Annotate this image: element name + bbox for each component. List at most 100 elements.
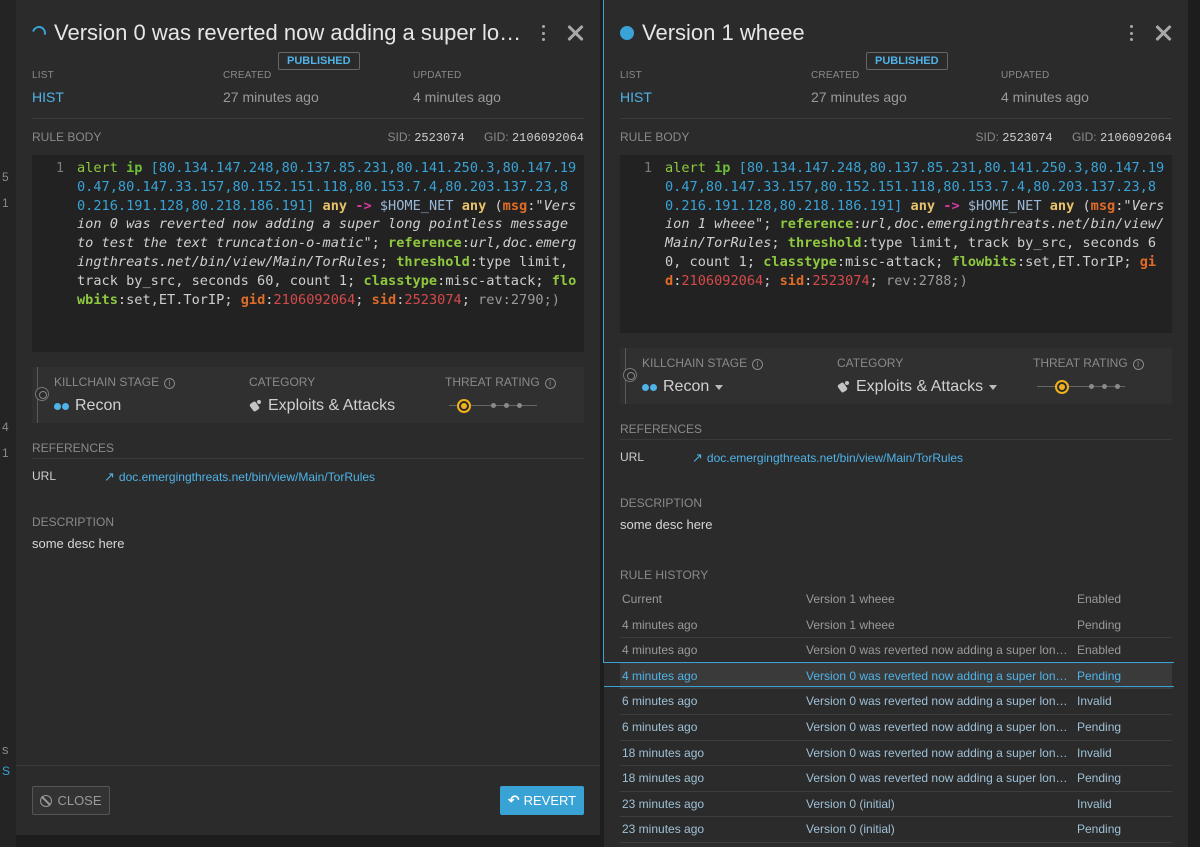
history-time: 6 minutes ago bbox=[622, 694, 698, 709]
history-row[interactable]: 4 minutes ago Version 1 wheee Pending bbox=[620, 613, 1172, 639]
footer-divider bbox=[16, 765, 600, 766]
history-row[interactable]: 6 minutes ago Version 0 was reverted now… bbox=[620, 689, 1172, 715]
meta-updated-value: 4 minutes ago bbox=[413, 89, 501, 105]
history-time: 18 minutes ago bbox=[622, 745, 705, 760]
history-version: Version 0 was reverted now adding a supe… bbox=[806, 745, 1068, 760]
reference-row: URL ↗ doc.emergingthreats.net/bin/view/Ma… bbox=[32, 469, 584, 485]
loading-spinner-icon bbox=[29, 23, 49, 43]
rule-ids: SID: 2523074 GID: 2106092064 bbox=[388, 130, 584, 145]
revert-button[interactable]: ↶ REVERT bbox=[500, 786, 584, 815]
meta-updated-label: UPDATED bbox=[413, 70, 462, 81]
meta-updated-value: 4 minutes ago bbox=[1001, 89, 1089, 105]
more-options-icon[interactable] bbox=[536, 23, 550, 43]
killchain-bar: KILLCHAIN STAGE i Recon CATEGORY Exploits… bbox=[620, 348, 1172, 404]
threat-level-active[interactable] bbox=[1055, 380, 1069, 394]
rule-code-editor[interactable]: 1 alert ip [80.134.147.248,80.137.85.231… bbox=[620, 155, 1172, 333]
info-icon[interactable]: i bbox=[752, 359, 764, 370]
category-label: CATEGORY bbox=[249, 375, 316, 389]
binoculars-icon bbox=[642, 383, 658, 392]
references-label: REFERENCES bbox=[32, 441, 115, 455]
history-row[interactable]: 6 minutes ago Version 0 was reverted now… bbox=[620, 715, 1172, 741]
rule-code: alert ip [80.134.147.248,80.137.85.231,8… bbox=[665, 160, 1165, 289]
more-options-icon[interactable] bbox=[1124, 23, 1138, 43]
rule-meta: LIST HIST CREATED 27 minutes ago UPDATED… bbox=[32, 70, 584, 110]
threat-rating-label: THREAT RATING i bbox=[1033, 356, 1144, 370]
rule-title: Version 1 wheee bbox=[642, 20, 805, 45]
meta-list-label: LIST bbox=[620, 70, 642, 81]
killchain-stage-dropdown[interactable]: Recon bbox=[642, 378, 763, 396]
history-time: 4 minutes ago bbox=[622, 668, 698, 683]
background-fragment: S bbox=[2, 764, 11, 778]
divider bbox=[620, 439, 1172, 440]
history-row[interactable]: 18 minutes ago Version 0 was reverted no… bbox=[620, 766, 1172, 792]
history-version: Version 0 was reverted now adding a supe… bbox=[806, 643, 1068, 658]
killchain-stage: KILLCHAIN STAGE i Recon bbox=[54, 375, 176, 415]
rule-body-header: RULE BODY SID: 2523074 GID: 2106092064 bbox=[32, 130, 584, 146]
history-status: Enabled bbox=[1077, 643, 1122, 658]
history-row[interactable]: 18 minutes ago Version 0 was reverted no… bbox=[620, 741, 1172, 767]
close-icon[interactable] bbox=[566, 24, 584, 42]
history-status: Invalid bbox=[1077, 745, 1112, 760]
meta-list-label: LIST bbox=[32, 70, 54, 81]
ban-icon bbox=[40, 794, 53, 807]
history-row[interactable]: Current Version 1 wheee Enabled bbox=[620, 587, 1172, 613]
info-icon[interactable]: i bbox=[1132, 359, 1144, 370]
history-row-selected[interactable]: 4 minutes ago Version 0 was reverted now… bbox=[620, 663, 1172, 690]
killchain-icon bbox=[35, 387, 49, 401]
background-fragment: 4 bbox=[2, 420, 9, 434]
meta-list-value[interactable]: HIST bbox=[620, 89, 652, 105]
close-icon[interactable] bbox=[1154, 24, 1172, 42]
killchain-stage-label: KILLCHAIN STAGE i bbox=[54, 375, 176, 389]
external-link-icon: ↗ bbox=[104, 469, 115, 484]
info-icon[interactable]: i bbox=[164, 378, 176, 389]
rule-history-table: Current Version 1 wheee Enabled 4 minute… bbox=[620, 587, 1172, 843]
category-dropdown[interactable]: Exploits & Attacks bbox=[837, 378, 998, 396]
gid-value: 2106092064 bbox=[1099, 131, 1172, 145]
history-version: Version 0 was reverted now adding a supe… bbox=[806, 694, 1068, 709]
history-time: 23 minutes ago bbox=[622, 822, 705, 837]
rule-body-label: RULE BODY bbox=[620, 130, 690, 144]
meta-list-value[interactable]: HIST bbox=[32, 89, 64, 105]
close-button[interactable]: CLOSE bbox=[32, 786, 110, 815]
threat-rating: THREAT RATING i bbox=[1033, 356, 1144, 394]
threat-rating-slider[interactable] bbox=[1033, 380, 1129, 394]
reference-link[interactable]: ↗ doc.emergingthreats.net/bin/view/Main/T… bbox=[692, 450, 963, 466]
binoculars-icon bbox=[54, 402, 70, 411]
history-time: 23 minutes ago bbox=[622, 796, 705, 811]
background-fragment: 5 bbox=[2, 170, 9, 184]
published-badge: PUBLISHED bbox=[278, 52, 360, 70]
rule-body-label: RULE BODY bbox=[32, 130, 102, 144]
history-row[interactable]: 23 minutes ago Version 0 (initial) Inval… bbox=[620, 792, 1172, 818]
rule-code-editor[interactable]: 1 alert ip [80.134.147.248,80.137.85.231… bbox=[32, 155, 584, 352]
info-icon[interactable]: i bbox=[544, 378, 556, 389]
meta-created-label: CREATED bbox=[811, 70, 860, 81]
killchain-icon bbox=[623, 368, 637, 382]
reference-link[interactable]: ↗ doc.emergingthreats.net/bin/view/Main/T… bbox=[104, 469, 375, 485]
history-version: Version 1 wheee bbox=[806, 592, 895, 606]
background-fragment: s bbox=[2, 742, 9, 757]
status-dot-icon bbox=[620, 26, 634, 40]
gid-value: 2106092064 bbox=[511, 131, 584, 145]
history-time: 4 minutes ago bbox=[622, 643, 698, 658]
rule-title: Version 0 was reverted now adding a supe… bbox=[54, 20, 522, 45]
history-version: Version 0 (initial) bbox=[806, 822, 895, 837]
history-row[interactable]: 4 minutes ago Version 0 was reverted now… bbox=[620, 638, 1172, 664]
killchain-bar: KILLCHAIN STAGE i Recon CATEGORY Exploits… bbox=[32, 367, 584, 423]
background-fragment: 1 bbox=[2, 196, 9, 210]
description-label: DESCRIPTION bbox=[620, 496, 703, 510]
category: CATEGORY Exploits & Attacks bbox=[249, 375, 395, 415]
sid-label: SID: bbox=[975, 130, 999, 144]
category-label: CATEGORY bbox=[837, 356, 904, 370]
chevron-down-icon bbox=[989, 384, 998, 390]
history-row[interactable]: 23 minutes ago Version 0 (initial) Pendi… bbox=[620, 817, 1172, 843]
exploit-icon bbox=[249, 399, 263, 413]
sid-value: 2523074 bbox=[414, 131, 465, 145]
background-fragment: 1 bbox=[2, 446, 9, 460]
sid-label: SID: bbox=[387, 130, 411, 144]
rule-meta: LIST HIST CREATED 27 minutes ago UPDATED… bbox=[620, 70, 1172, 110]
category-value: Exploits & Attacks bbox=[249, 397, 395, 415]
panel-header: Version 1 wheee bbox=[620, 14, 1172, 52]
published-badge: PUBLISHED bbox=[866, 52, 948, 70]
history-time: 4 minutes ago bbox=[622, 617, 698, 632]
reference-row: URL ↗ doc.emergingthreats.net/bin/view/Ma… bbox=[620, 450, 1172, 466]
